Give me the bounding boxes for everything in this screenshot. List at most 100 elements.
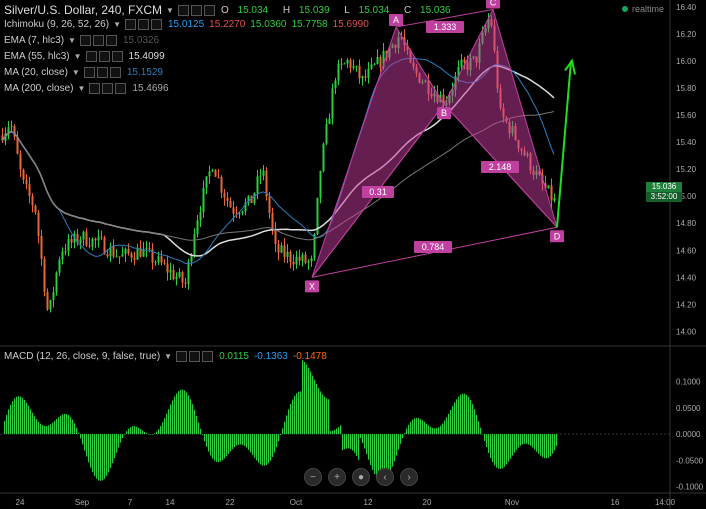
candle-body xyxy=(550,185,553,201)
candle-body xyxy=(277,244,280,253)
ratio-xd-label: 0.784 xyxy=(422,242,445,252)
macd-bar xyxy=(422,420,424,435)
scroll-right-button[interactable]: › xyxy=(400,468,418,486)
macd-bar xyxy=(30,409,32,435)
time-tick-label: 24 xyxy=(16,498,25,507)
indicator-legend[interactable]: Ichimoku (9, 26, 52, 26) ▼ 15.0125 15.2270 1… xyxy=(4,19,374,30)
macd-bar xyxy=(54,420,56,435)
symbol-title[interactable]: Silver/U.S. Dollar, 240, FXCM xyxy=(4,3,162,17)
chevron-down-icon[interactable]: ▼ xyxy=(164,352,172,361)
candle-body xyxy=(349,60,352,68)
settings-icon[interactable] xyxy=(98,51,110,62)
macd-bar xyxy=(474,409,476,435)
more-icon[interactable] xyxy=(150,19,162,30)
macd-bar xyxy=(62,414,64,435)
hide-icon[interactable] xyxy=(79,35,91,46)
candle-body xyxy=(70,238,73,243)
scroll-left-button[interactable]: ‹ xyxy=(376,468,394,486)
macd-bar xyxy=(164,418,166,435)
chevron-down-icon[interactable]: ▼ xyxy=(166,6,174,15)
macd-bar xyxy=(448,413,450,435)
more-icon[interactable] xyxy=(203,4,215,16)
last-price-tag: 15.036 xyxy=(646,182,682,192)
zoom-out-button[interactable]: − xyxy=(304,468,322,486)
macd-bar xyxy=(510,434,512,459)
indicator-label[interactable]: MA (20, close) xyxy=(4,67,68,78)
macd-bar xyxy=(168,409,170,435)
settings-icon[interactable] xyxy=(92,35,104,46)
macd-bar xyxy=(442,423,444,435)
macd-bar xyxy=(244,434,246,446)
candle-body xyxy=(328,118,331,124)
settings-icon[interactable] xyxy=(190,4,202,16)
settings-icon[interactable] xyxy=(96,67,108,78)
candle-body xyxy=(298,256,301,261)
hide-icon[interactable] xyxy=(85,51,97,62)
more-icon[interactable] xyxy=(111,51,123,62)
candle-body xyxy=(322,143,325,171)
macd-bar xyxy=(146,433,148,435)
settings-icon[interactable] xyxy=(102,83,114,94)
pattern-triangle-xab xyxy=(311,25,445,278)
macd-bar xyxy=(22,397,24,435)
indicator-legend[interactable]: MA (20, close) ▼ 15.1529 xyxy=(4,67,168,78)
chevron-down-icon[interactable]: ▼ xyxy=(74,52,82,61)
indicator-label[interactable]: MA (200, close) xyxy=(4,83,73,94)
candle-body xyxy=(79,239,82,243)
more-icon[interactable] xyxy=(109,67,121,78)
macd-bar xyxy=(492,434,494,463)
settings-icon[interactable] xyxy=(189,351,201,362)
chevron-down-icon[interactable]: ▼ xyxy=(68,36,76,45)
hide-icon[interactable] xyxy=(177,4,189,16)
candle-body xyxy=(49,300,52,310)
macd-bar xyxy=(174,396,176,435)
macd-bar xyxy=(26,402,28,435)
macd-bar xyxy=(36,419,38,435)
macd-bar xyxy=(292,399,294,435)
macd-tick-label: -0.0500 xyxy=(676,456,704,465)
macd-bar xyxy=(182,389,184,435)
indicator-label[interactable]: EMA (7, hlc3) xyxy=(4,35,64,46)
symbol-legend[interactable]: Silver/U.S. Dollar, 240, FXCM ▼ O 15.034… xyxy=(4,3,463,17)
macd-bar xyxy=(44,425,46,435)
macd-bar xyxy=(178,391,180,435)
more-icon[interactable] xyxy=(202,351,214,362)
settings-icon[interactable] xyxy=(137,19,149,30)
macd-bar xyxy=(80,434,82,439)
chevron-down-icon[interactable]: ▼ xyxy=(113,20,121,29)
macd-bar xyxy=(280,434,282,435)
macd-bar xyxy=(116,434,118,453)
macd-bar xyxy=(204,434,206,442)
macd-bar xyxy=(294,395,296,435)
price-tick-label: 15.80 xyxy=(676,84,697,93)
macd-label[interactable]: MACD (12, 26, close, 9, false, true) xyxy=(4,351,160,362)
chevron-down-icon[interactable]: ▼ xyxy=(72,68,80,77)
macd-bar xyxy=(524,434,526,444)
macd-bar xyxy=(28,405,30,435)
indicator-label[interactable]: EMA (55, hlc3) xyxy=(4,51,70,62)
hide-icon[interactable] xyxy=(89,83,101,94)
indicator-legend[interactable]: EMA (55, hlc3) ▼ 15.4099 xyxy=(4,51,170,62)
macd-bar xyxy=(302,360,304,435)
indicator-legend[interactable]: MA (200, close) ▼ 15.4696 xyxy=(4,83,174,94)
hide-icon[interactable] xyxy=(83,67,95,78)
macd-bar xyxy=(284,421,286,435)
more-icon[interactable] xyxy=(105,35,117,46)
chevron-down-icon[interactable]: ▼ xyxy=(77,84,85,93)
macd-legend[interactable]: MACD (12, 26, close, 9, false, true) ▼ 0… xyxy=(4,351,332,362)
indicator-label[interactable]: Ichimoku (9, 26, 52, 26) xyxy=(4,19,109,30)
hide-icon[interactable] xyxy=(176,351,188,362)
indicator-legend[interactable]: EMA (7, hlc3) ▼ 15.0326 xyxy=(4,35,164,46)
macd-bar xyxy=(358,434,360,460)
hide-icon[interactable] xyxy=(124,19,136,30)
macd-bar xyxy=(152,434,154,435)
ohlc-h-label: H xyxy=(282,4,291,16)
more-icon[interactable] xyxy=(115,83,127,94)
candle-body xyxy=(157,256,160,263)
macd-bar xyxy=(198,422,200,435)
candle-body xyxy=(295,256,298,265)
reset-button[interactable]: ● xyxy=(352,468,370,486)
zoom-in-button[interactable]: + xyxy=(328,468,346,486)
macd-bar xyxy=(214,434,216,461)
macd-bar xyxy=(92,434,94,473)
